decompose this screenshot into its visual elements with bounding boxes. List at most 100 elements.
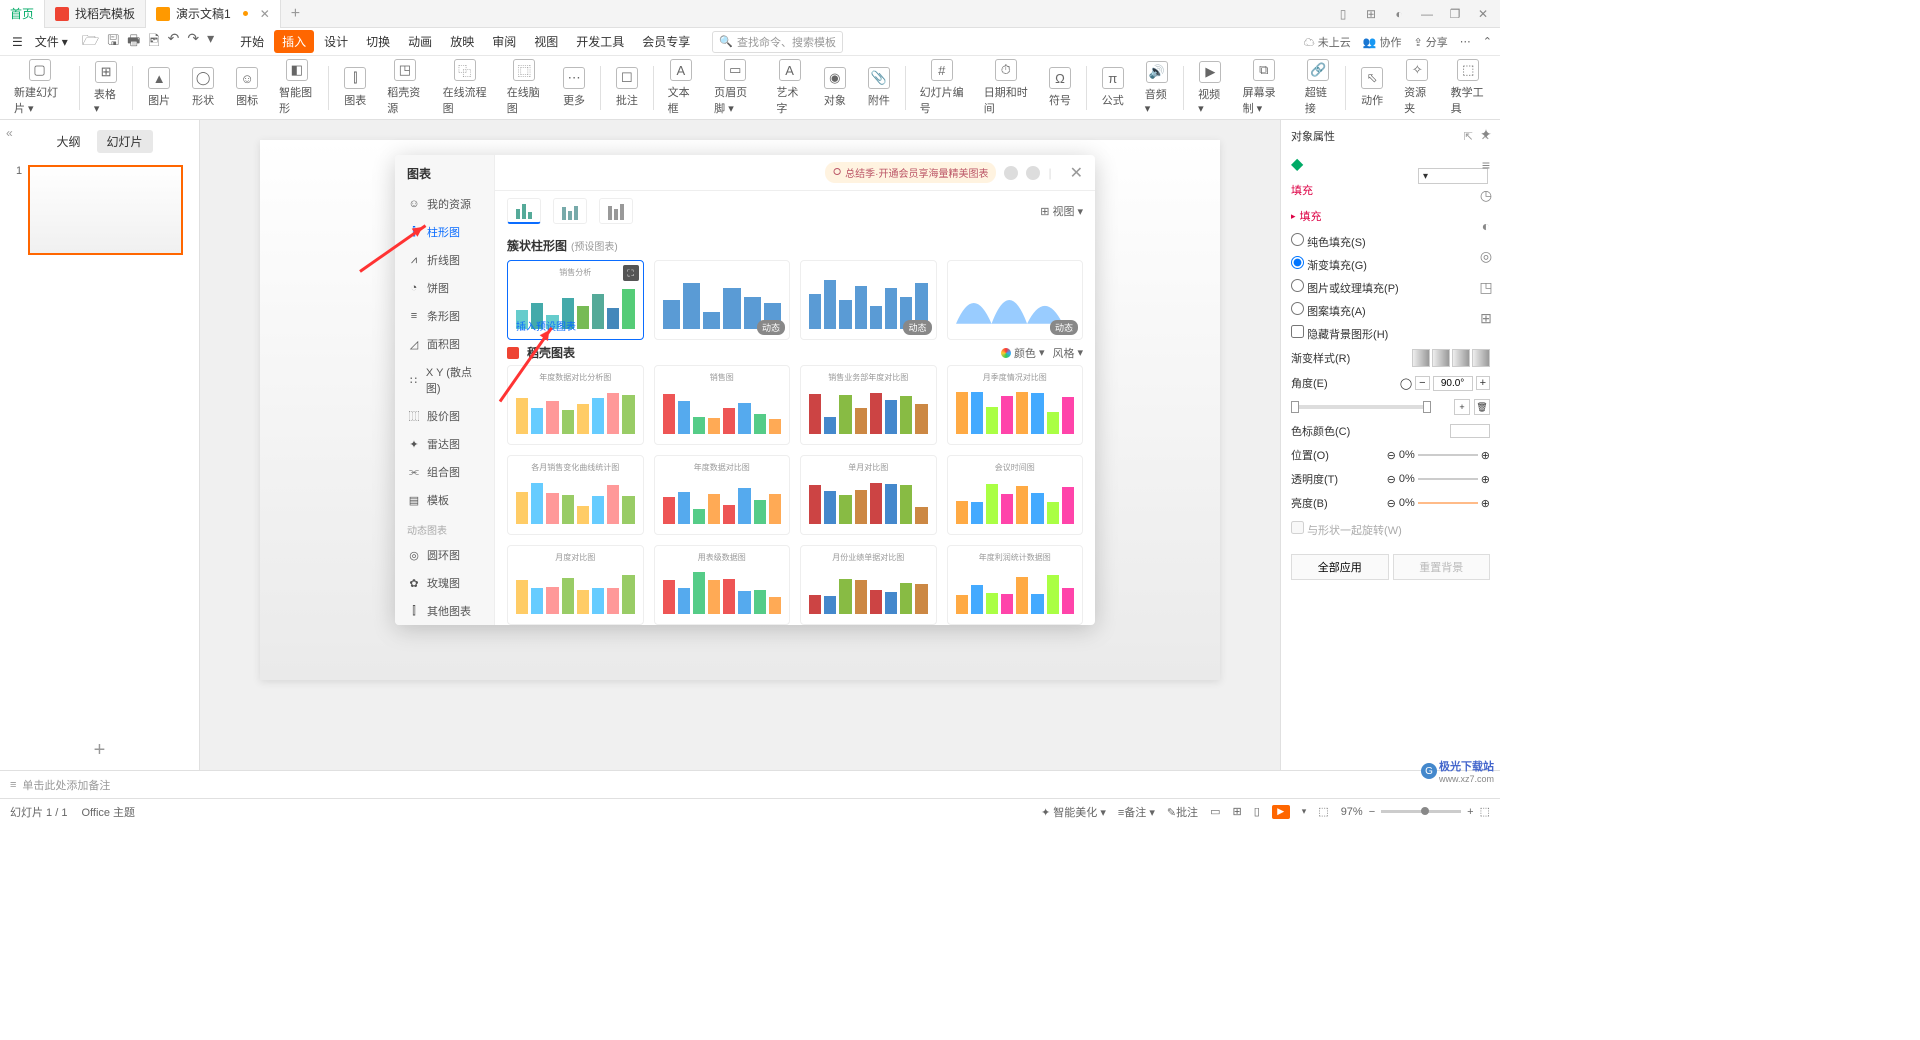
- chart-card[interactable]: 销售业务部年度对比图: [800, 365, 937, 445]
- ribbon-图标[interactable]: ☺图标: [229, 65, 265, 110]
- chart-card[interactable]: 月份业绩单据对比图: [800, 545, 937, 625]
- sidebar-item[interactable]: ⫿柱形图: [395, 218, 494, 246]
- ribbon-动作[interactable]: ⬁动作: [1354, 65, 1390, 110]
- ribbon-符号[interactable]: Ω符号: [1042, 65, 1078, 110]
- slide-thumb[interactable]: 1: [16, 165, 183, 255]
- reset-bg-button[interactable]: 重置背景: [1393, 554, 1491, 580]
- expand-icon[interactable]: ⛶: [623, 265, 639, 281]
- rtool-icon[interactable]: ≡: [1482, 157, 1490, 173]
- opt-picture[interactable]: 图片或纹理填充(P): [1291, 276, 1490, 299]
- sidebar-item[interactable]: ◔饼图: [395, 274, 494, 302]
- rtool-icon[interactable]: ◎: [1480, 248, 1492, 265]
- ribbon-音频[interactable]: 🔊音频 ▾: [1139, 59, 1176, 117]
- ribbon-文本框[interactable]: A文本框: [662, 57, 700, 118]
- opt-pattern[interactable]: 图案填充(A): [1291, 299, 1490, 322]
- sidebar-item[interactable]: ✿玫瑰图: [395, 569, 494, 597]
- ribbon-更多[interactable]: ⋯更多: [556, 65, 592, 110]
- chart-card[interactable]: 会议时间图: [947, 455, 1084, 535]
- sidebar-item[interactable]: ▤模板: [395, 486, 494, 514]
- tab-devtools[interactable]: 开发工具: [568, 30, 632, 53]
- sidebar-item[interactable]: ≡条形图: [395, 302, 494, 330]
- zoom-slider[interactable]: [1381, 810, 1461, 813]
- tab-home[interactable]: 首页: [0, 0, 45, 28]
- chart-card[interactable]: ⛶ 销售分析 插入预设图表: [507, 260, 644, 340]
- chevron-up-icon[interactable]: ⌃: [1483, 35, 1492, 48]
- apply-all-button[interactable]: 全部应用: [1291, 554, 1389, 580]
- angle-dial[interactable]: ◯: [1400, 377, 1412, 390]
- more-icon[interactable]: ⋯: [1460, 35, 1471, 48]
- tab-transition[interactable]: 切换: [358, 30, 398, 53]
- grad1[interactable]: [1412, 349, 1430, 367]
- chart-card[interactable]: 销售图: [654, 365, 791, 445]
- zoom-out-icon[interactable]: −: [1369, 806, 1375, 818]
- rtool-icon[interactable]: ⊞: [1480, 310, 1492, 327]
- tab-add[interactable]: +: [281, 0, 310, 28]
- sidebar-item[interactable]: ◿面积图: [395, 330, 494, 358]
- ribbon-智能图形[interactable]: ◧智能图形: [273, 57, 320, 118]
- ribbon-视频[interactable]: ▶视频 ▾: [1192, 59, 1229, 117]
- del-stop-icon[interactable]: 🗑: [1474, 399, 1490, 415]
- close-window-icon[interactable]: ✕: [1476, 7, 1490, 21]
- ribbon-attach[interactable]: 📎附件: [861, 65, 897, 110]
- color-filter[interactable]: 颜色 ▾: [1001, 345, 1045, 361]
- tab-design[interactable]: 设计: [316, 30, 356, 53]
- zoom-in-icon[interactable]: +: [1467, 806, 1473, 818]
- skin-icon[interactable]: ◐: [1392, 7, 1406, 21]
- rtool-icon[interactable]: ◳: [1479, 279, 1492, 296]
- ribbon-表格[interactable]: ⊞表格 ▾: [88, 59, 125, 117]
- ribbon-页眉页脚[interactable]: ▭页眉页脚 ▾: [708, 57, 762, 118]
- color-picker[interactable]: [1450, 424, 1490, 438]
- fit-icon[interactable]: ⬚: [1318, 805, 1328, 818]
- rotate-with-shape[interactable]: 与形状一起旋转(W): [1291, 515, 1490, 544]
- ribbon-公式[interactable]: π公式: [1095, 65, 1131, 110]
- chart-card[interactable]: 动态: [800, 260, 937, 340]
- ribbon-幻灯片编号[interactable]: #幻灯片编号: [914, 57, 970, 118]
- chart-card[interactable]: 年度利润统计数据图: [947, 545, 1084, 625]
- view-normal-icon[interactable]: ▭: [1210, 805, 1220, 818]
- chart-card[interactable]: 动态: [654, 260, 791, 340]
- ribbon-批注[interactable]: ☐批注: [609, 65, 645, 110]
- ribbon-资源夹[interactable]: ✧资源夹: [1398, 57, 1436, 118]
- redo-icon[interactable]: ↷: [187, 30, 199, 54]
- opt-gradient[interactable]: 渐变填充(G): [1291, 253, 1490, 276]
- chart-card[interactable]: 动态: [947, 260, 1084, 340]
- chart-card[interactable]: 各月销售变化曲线统计图: [507, 455, 644, 535]
- tab-start[interactable]: 开始: [232, 30, 272, 53]
- search-box[interactable]: 🔍查找命令、搜索模板: [712, 31, 843, 53]
- beautify-button[interactable]: ✦ 智能美化 ▾: [1041, 804, 1106, 820]
- ribbon-图片[interactable]: ▲图片: [141, 65, 177, 110]
- rtool-icon[interactable]: ✦: [1480, 126, 1492, 143]
- tab-slides[interactable]: 幻灯片: [97, 130, 153, 153]
- save-icon[interactable]: 🖫: [107, 30, 119, 54]
- sidebar-item[interactable]: ☺我的资源: [395, 190, 494, 218]
- print-icon[interactable]: 🖶: [127, 30, 140, 54]
- undo-icon[interactable]: ↶: [168, 30, 180, 54]
- fit-window-icon[interactable]: ⬚: [1480, 805, 1490, 818]
- bucket-icon[interactable]: ◆: [1291, 154, 1303, 174]
- sidebar-item[interactable]: ⩘折线图: [395, 246, 494, 274]
- collapse-icon[interactable]: «: [6, 126, 13, 140]
- tab-slideshow[interactable]: 放映: [442, 30, 482, 53]
- grad3[interactable]: [1452, 349, 1470, 367]
- view-sorter-icon[interactable]: ⊞: [1232, 805, 1241, 818]
- subtype-1[interactable]: [507, 198, 541, 224]
- ribbon-艺术字[interactable]: A艺术字: [770, 57, 808, 118]
- ribbon-在线脑图[interactable]: ⿴在线脑图: [501, 57, 548, 118]
- file-menu[interactable]: 文件 ▾: [31, 31, 72, 52]
- cloud-status[interactable]: ☁ 未上云: [1304, 34, 1351, 50]
- chart-card[interactable]: 用表级数据图: [654, 545, 791, 625]
- tab-document[interactable]: 演示文稿1✕: [146, 0, 281, 28]
- rtool-icon[interactable]: ◐: [1482, 218, 1490, 234]
- add-stop-icon[interactable]: +: [1454, 399, 1470, 415]
- ribbon-新建幻灯片[interactable]: ▢新建幻灯片 ▾: [8, 57, 71, 118]
- chart-card[interactable]: 月度对比图: [507, 545, 644, 625]
- tab-review[interactable]: 审阅: [484, 30, 524, 53]
- grad4[interactable]: [1472, 349, 1490, 367]
- avatar-icon[interactable]: [1004, 166, 1018, 180]
- sidebar-item[interactable]: ⫿其他图表: [395, 597, 494, 625]
- tab-insert[interactable]: 插入: [274, 30, 314, 53]
- coop-button[interactable]: 👥 协作: [1363, 34, 1402, 50]
- close-icon[interactable]: ✕: [260, 7, 270, 21]
- preview-icon[interactable]: 🖻: [148, 30, 159, 54]
- gradient-stops[interactable]: [1291, 405, 1431, 409]
